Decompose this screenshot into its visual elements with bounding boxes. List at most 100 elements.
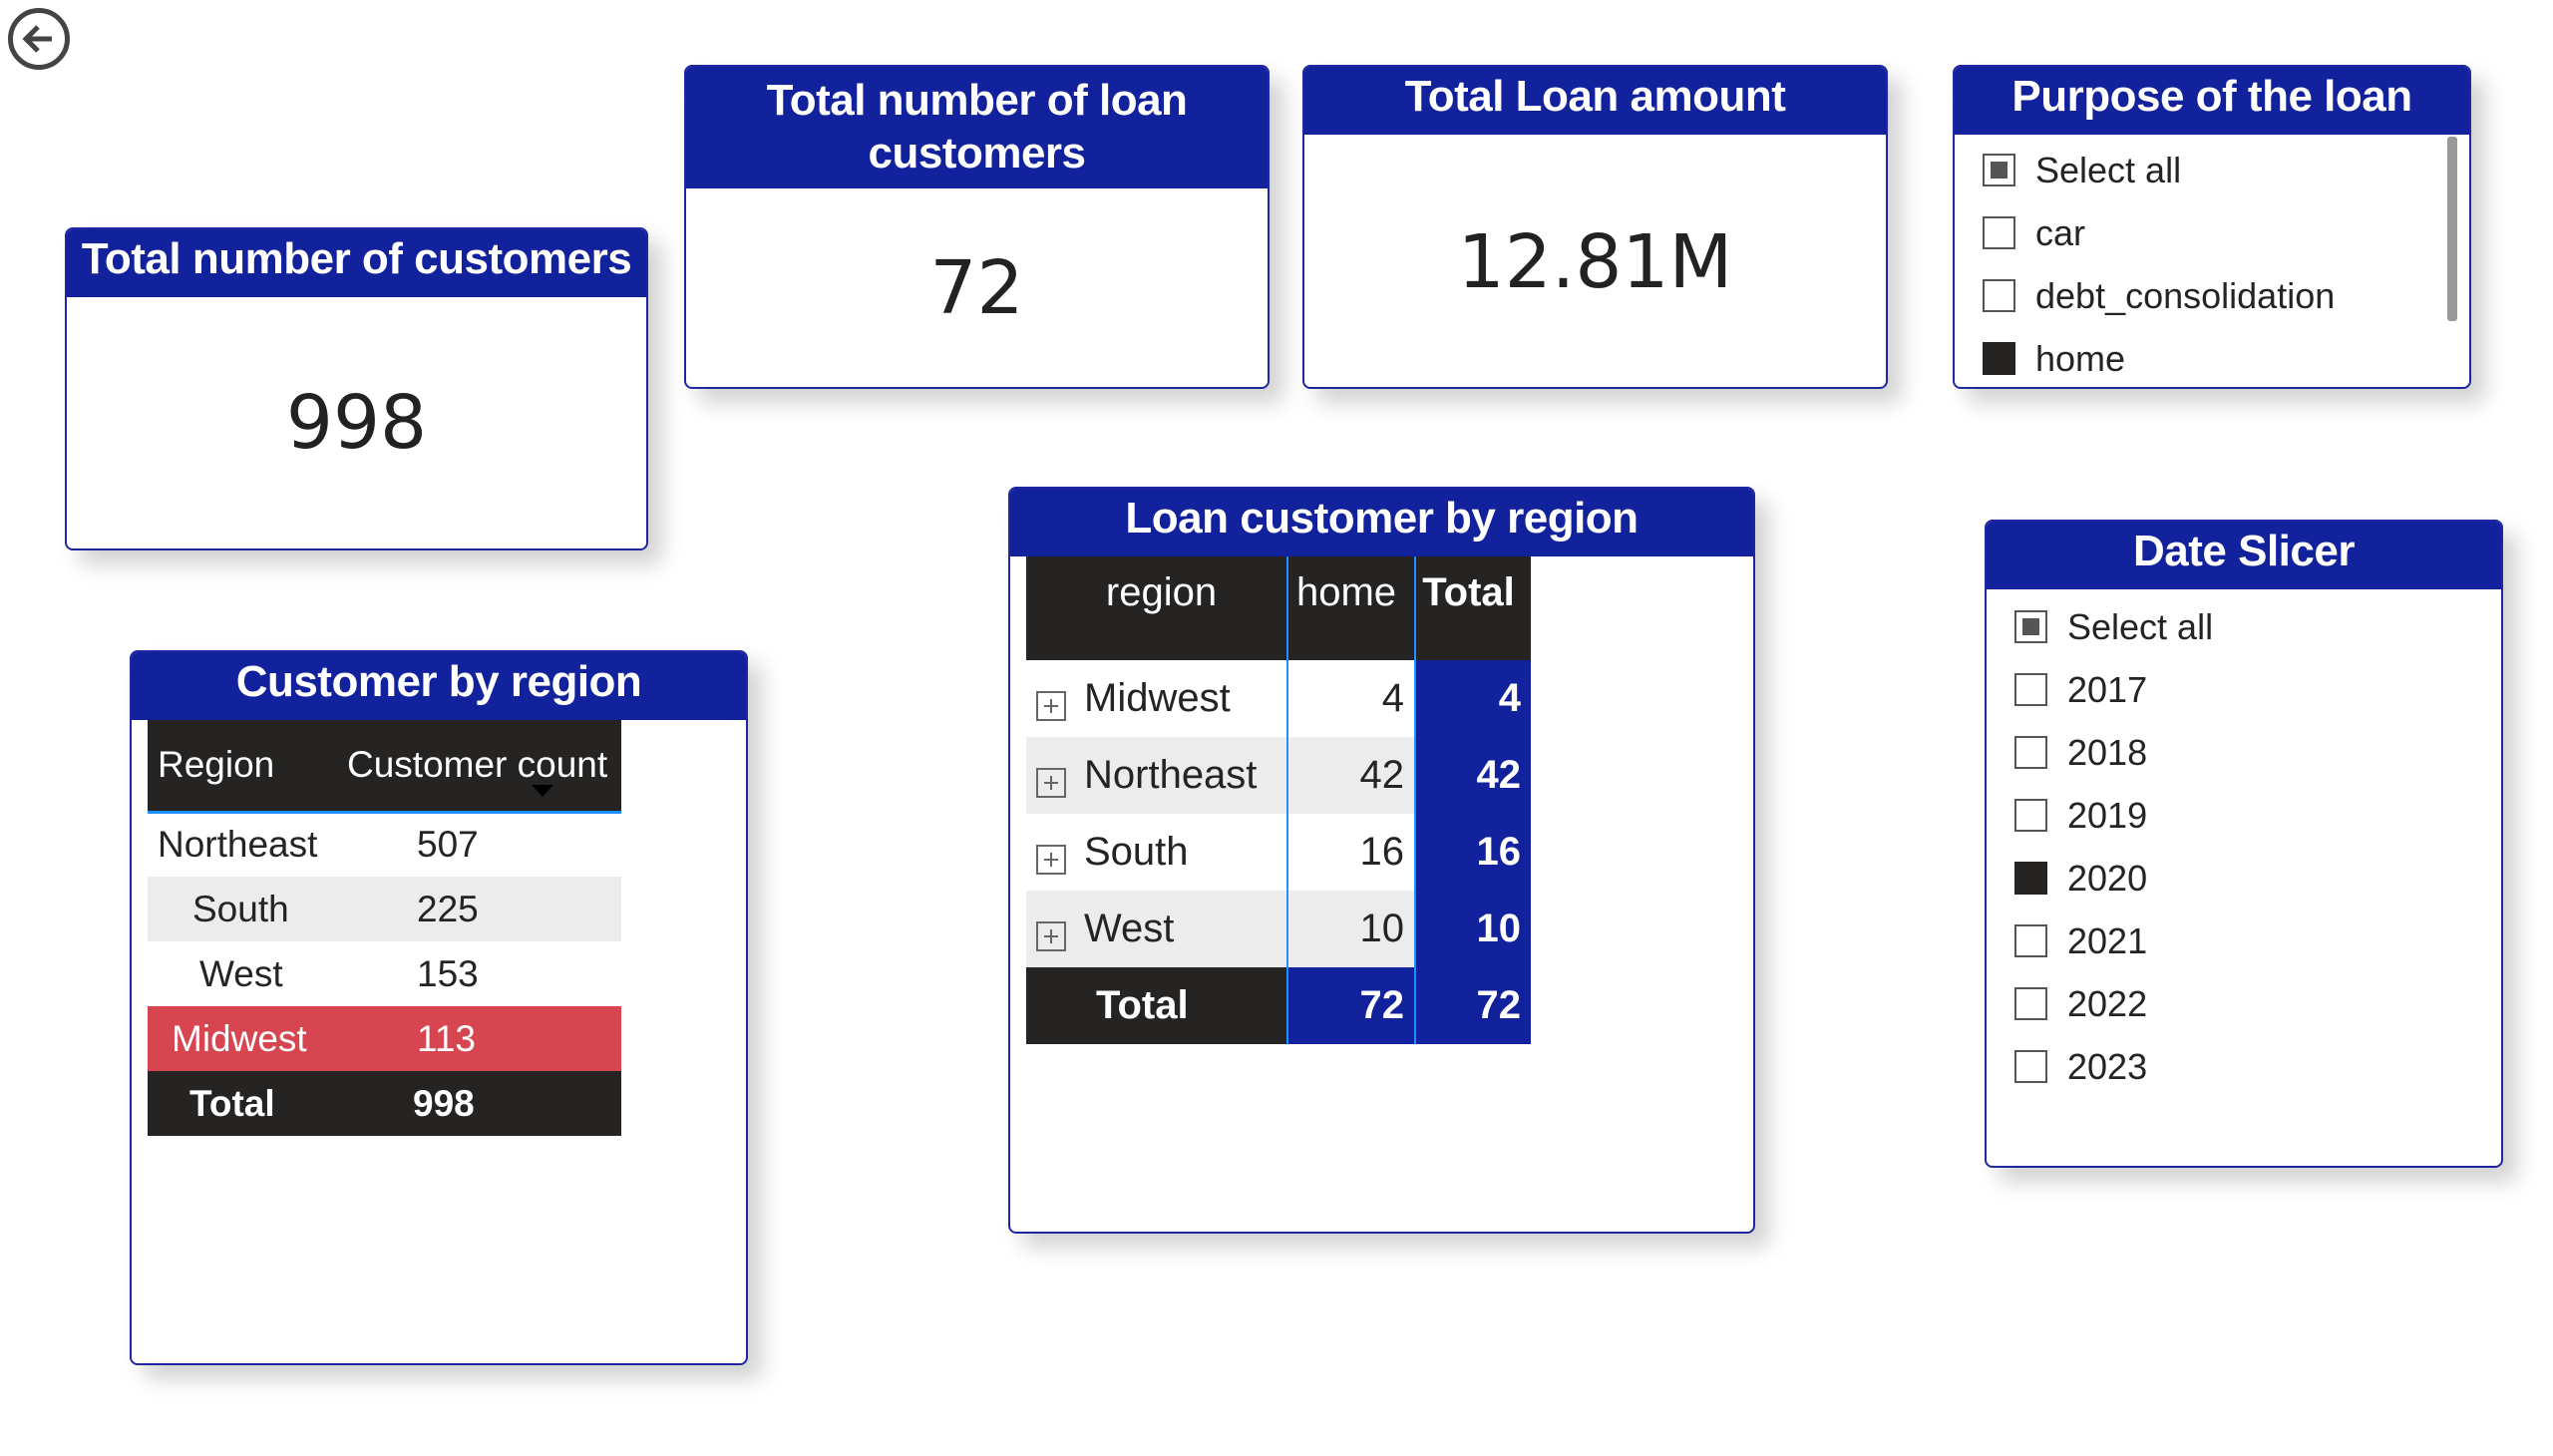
total-cell: 16 bbox=[1414, 814, 1531, 891]
slicer-item-label: home bbox=[2035, 337, 2126, 379]
checkbox[interactable] bbox=[1983, 342, 2015, 375]
table-row[interactable]: West 153 bbox=[148, 941, 621, 1006]
matrix-total-row: Total 72 72 bbox=[1026, 967, 1531, 1044]
total-cell: 10 bbox=[1414, 891, 1531, 967]
kpi-value: 72 bbox=[929, 245, 1024, 331]
total-cell: 4 bbox=[1414, 660, 1531, 737]
customer-by-region-table-card: Customer by region Region Customer count… bbox=[130, 650, 748, 1365]
matrix-row[interactable]: South 16 16 bbox=[1026, 814, 1531, 891]
checkbox[interactable] bbox=[1983, 279, 2015, 312]
slicer-list: Select all car debt_consolidationhome bbox=[1955, 135, 2469, 387]
table-row[interactable]: Northeast 507 bbox=[148, 812, 621, 877]
scrollbar[interactable] bbox=[2447, 137, 2457, 321]
slicer-item[interactable]: 2018 bbox=[2014, 721, 2501, 784]
slicer-item-label: Select all bbox=[2035, 149, 2182, 190]
region-label: Northeast bbox=[1084, 753, 1258, 797]
slicer-item[interactable]: car bbox=[1983, 201, 2469, 264]
checkbox[interactable] bbox=[2014, 799, 2047, 832]
total-label: Total bbox=[148, 1071, 337, 1136]
checkbox[interactable] bbox=[2014, 987, 2047, 1020]
kpi-total-customers-card: Total number of customers 998 bbox=[65, 227, 648, 550]
column-header-customer-count[interactable]: Customer count bbox=[337, 720, 621, 814]
slicer-item[interactable]: 2020 bbox=[2014, 847, 2501, 910]
slicer-item-label: 2018 bbox=[2067, 731, 2148, 773]
kpi-value: 12.81M bbox=[1457, 218, 1733, 305]
slicer-item-label: 2023 bbox=[2067, 1045, 2148, 1087]
region-cell: West bbox=[199, 952, 283, 994]
slicer-item[interactable]: Select all bbox=[1983, 139, 2469, 201]
matrix-row[interactable]: Northeast 42 42 bbox=[1026, 737, 1531, 814]
checkbox[interactable] bbox=[2014, 862, 2047, 895]
card-title: Total number of loan customers bbox=[686, 67, 1268, 188]
slicer-item[interactable]: 2023 bbox=[2014, 1035, 2501, 1098]
kpi-loan-customers-card: Total number of loan customers 72 bbox=[684, 65, 1270, 389]
slicer-item[interactable]: debt_consolidation bbox=[1983, 264, 2469, 327]
card-title: Purpose of the loan bbox=[1955, 67, 2469, 135]
expand-plus-icon[interactable] bbox=[1036, 921, 1066, 952]
slicer-list: Select all 2017 2018 2019 2020 2021 2022 2023 bbox=[1987, 589, 2501, 1098]
expand-plus-icon[interactable] bbox=[1036, 845, 1066, 876]
arrow-left-circle-icon bbox=[22, 25, 52, 53]
card-title: Total Loan amount bbox=[1304, 67, 1886, 135]
customer-by-region-table: Region Customer count Northeast 507 South 2… bbox=[148, 720, 621, 1136]
region-label: West bbox=[1084, 907, 1175, 950]
region-cell: Midwest bbox=[1026, 660, 1287, 737]
sort-descending-icon bbox=[532, 784, 553, 797]
region-cell: Northeast bbox=[158, 824, 318, 866]
loan-customer-by-region-matrix: region home Total Midwest 4 4 Northeast 42 42… bbox=[1026, 556, 1531, 1044]
column-header-region[interactable]: region bbox=[1026, 556, 1287, 660]
slicer-item[interactable]: Select all bbox=[2014, 595, 2501, 658]
expand-plus-icon[interactable] bbox=[1036, 768, 1066, 799]
region-label: Midwest bbox=[1084, 676, 1231, 720]
date-slicer: Date Slicer Select all 2017 2018 2019 2020 20… bbox=[1985, 520, 2503, 1168]
slicer-item[interactable]: home bbox=[1983, 327, 2469, 387]
table-total-row: Total 998 bbox=[148, 1071, 621, 1136]
region-cell: South bbox=[1026, 814, 1287, 891]
region-cell: West bbox=[1026, 891, 1287, 967]
card-title: Total number of customers bbox=[67, 229, 646, 297]
checkbox[interactable] bbox=[2014, 924, 2047, 957]
kpi-value: 998 bbox=[285, 380, 428, 466]
table-row[interactable]: Midwest 113 bbox=[148, 1006, 621, 1071]
total-home: 72 bbox=[1286, 967, 1415, 1044]
slicer-item[interactable]: 2019 bbox=[2014, 784, 2501, 847]
slicer-item[interactable]: 2022 bbox=[2014, 972, 2501, 1035]
purpose-slicer: Purpose of the loan Select all car debt_co… bbox=[1953, 65, 2471, 389]
region-label: South bbox=[1084, 830, 1189, 874]
total-label: Total bbox=[1026, 967, 1287, 1044]
card-title: Date Slicer bbox=[1987, 522, 2501, 589]
checkbox[interactable] bbox=[1983, 154, 2015, 186]
checkbox[interactable] bbox=[2014, 1050, 2047, 1083]
slicer-item[interactable]: 2021 bbox=[2014, 910, 2501, 972]
checkbox[interactable] bbox=[1983, 216, 2015, 249]
kpi-loan-amount-card: Total Loan amount 12.81M bbox=[1302, 65, 1888, 389]
card-title: Loan customer by region bbox=[1010, 489, 1753, 556]
home-cell: 4 bbox=[1286, 660, 1415, 737]
region-cell: Midwest bbox=[148, 1006, 337, 1071]
card-title: Customer by region bbox=[132, 652, 746, 720]
column-header-total[interactable]: Total bbox=[1414, 556, 1531, 660]
column-header-home[interactable]: home bbox=[1286, 556, 1415, 660]
matrix-row[interactable]: Midwest 4 4 bbox=[1026, 660, 1531, 737]
table-row[interactable]: South 225 bbox=[148, 877, 621, 941]
region-cell: South bbox=[148, 877, 337, 941]
checkbox[interactable] bbox=[2014, 736, 2047, 769]
column-header-label: Customer count bbox=[347, 744, 608, 786]
loan-customer-by-region-matrix-card: Loan customer by region region home Tota… bbox=[1008, 487, 1755, 1234]
slicer-item-label: 2021 bbox=[2067, 919, 2148, 961]
checkbox[interactable] bbox=[2014, 673, 2047, 706]
total-cell: 42 bbox=[1414, 737, 1531, 814]
home-cell: 16 bbox=[1286, 814, 1415, 891]
slicer-item[interactable]: 2017 bbox=[2014, 658, 2501, 721]
column-header-region[interactable]: Region bbox=[148, 720, 337, 814]
back-button[interactable] bbox=[8, 8, 70, 70]
count-cell: 507 bbox=[417, 824, 479, 866]
matrix-row[interactable]: West 10 10 bbox=[1026, 891, 1531, 967]
expand-plus-icon[interactable] bbox=[1036, 691, 1066, 722]
slicer-item-label: 2022 bbox=[2067, 982, 2148, 1024]
slicer-item-label: debt_consolidation bbox=[2035, 274, 2336, 316]
checkbox[interactable] bbox=[2014, 610, 2047, 643]
home-cell: 10 bbox=[1286, 891, 1415, 967]
total-total: 72 bbox=[1414, 967, 1531, 1044]
slicer-item-label: 2017 bbox=[2067, 668, 2148, 710]
